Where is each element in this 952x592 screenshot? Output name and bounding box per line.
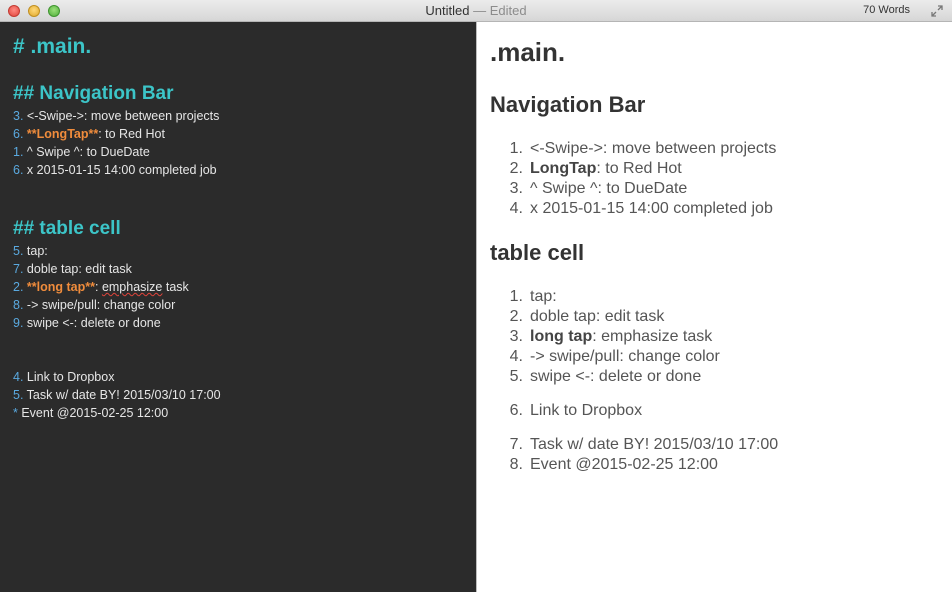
title-bar: Untitled — Edited 70 Words	[0, 0, 952, 22]
line-text: Event @2015-02-25 12:00	[17, 406, 169, 420]
list-number: 3.	[509, 180, 523, 197]
list-number: 1.	[13, 145, 24, 159]
line-text: : to Red Hot	[98, 127, 165, 141]
editor-line: 7. doble tap: edit task	[13, 262, 132, 276]
list-number: 9.	[13, 316, 24, 330]
list-number: 6.	[13, 163, 24, 177]
list-number: 5.	[13, 388, 24, 402]
list-item: 6. Link to Dropbox	[477, 402, 642, 420]
item-text: : to Red Hot	[596, 160, 682, 177]
item-text: Link to Dropbox	[530, 402, 643, 419]
list-number: 7.	[13, 262, 24, 276]
list-item: 2. LongTap: to Red Hot	[477, 160, 682, 178]
document-name: Untitled	[425, 3, 470, 18]
bold-text: long tap	[530, 328, 593, 345]
misspelled-word: emphasize	[101, 280, 163, 294]
editor-h1: # .main.	[13, 35, 92, 58]
editor-h2-navigation: ## Navigation Bar	[13, 83, 174, 104]
line-text: swipe <-: delete or done	[23, 316, 161, 330]
list-item: 1. <-Swipe->: move between projects	[477, 140, 777, 158]
line-text: Task w/ date BY! 2015/03/10 17:00	[23, 388, 221, 402]
list-number: 6.	[509, 402, 523, 419]
fullscreen-icon[interactable]	[930, 4, 944, 18]
list-number: 3.	[509, 328, 523, 345]
line-text: Link to Dropbox	[23, 370, 115, 384]
item-text: doble tap: edit task	[530, 308, 665, 325]
list-item: 3. long tap: emphasize task	[477, 328, 713, 346]
item-text: x 2015-01-15 14:00 completed job	[530, 200, 773, 217]
list-number: 5.	[509, 368, 523, 385]
editor-line: 1. ^ Swipe ^: to DueDate	[13, 145, 150, 159]
editor-line: 2. **long tap**: emphasize task	[13, 280, 189, 294]
list-item: 1. tap:	[477, 288, 557, 306]
list-number: 2.	[13, 280, 24, 294]
word-count: 70 Words	[863, 4, 910, 16]
list-number: 4.	[13, 370, 24, 384]
list-number: 4.	[509, 348, 523, 365]
list-item: 7. Task w/ date BY! 2015/03/10 17:00	[477, 436, 779, 454]
editor-line: 5. tap:	[13, 244, 48, 258]
list-number: 5.	[13, 244, 24, 258]
editor-line: 5. Task w/ date BY! 2015/03/10 17:00	[13, 388, 221, 402]
list-item: 5. swipe <-: delete or done	[477, 368, 702, 386]
markdown-editor[interactable]: # .main. ## Navigation Bar 3. <-Swipe->:…	[0, 22, 476, 592]
preview-h2-navigation: Navigation Bar	[490, 92, 646, 117]
list-item: 8. Event @2015-02-25 12:00	[477, 456, 718, 474]
bold-text: LongTap	[530, 160, 597, 177]
edited-status: — Edited	[473, 3, 527, 18]
item-text: Event @2015-02-25 12:00	[530, 456, 718, 473]
line-text: task	[162, 280, 189, 294]
item-text: Task w/ date BY! 2015/03/10 17:00	[530, 436, 779, 453]
item-text: tap:	[530, 288, 557, 305]
item-text: <-Swipe->: move between projects	[530, 140, 777, 157]
editor-line: 6. x 2015-01-15 14:00 completed job	[13, 163, 217, 177]
list-number: 4.	[509, 200, 523, 217]
list-number: 6.	[13, 127, 24, 141]
item-text: swipe <-: delete or done	[530, 368, 702, 385]
editor-line: 3. <-Swipe->: move between projects	[13, 109, 219, 123]
list-item: 4. -> swipe/pull: change color	[477, 348, 720, 366]
line-text: :	[94, 280, 102, 294]
item-text: : emphasize task	[592, 328, 713, 345]
preview-h1: .main.	[490, 37, 566, 67]
line-text: ^ Swipe ^: to DueDate	[23, 145, 150, 159]
window-title: Untitled — Edited	[0, 3, 952, 18]
line-text: x 2015-01-15 14:00 completed job	[23, 163, 217, 177]
list-item: 3. ^ Swipe ^: to DueDate	[477, 180, 688, 198]
list-number: 7.	[509, 436, 523, 453]
editor-line: 6. **LongTap**: to Red Hot	[13, 127, 165, 141]
preview-h2-table-cell: table cell	[490, 240, 585, 265]
list-number: 1.	[509, 140, 523, 157]
line-text: -> swipe/pull: change color	[23, 298, 176, 312]
item-text: ^ Swipe ^: to DueDate	[530, 180, 688, 197]
editor-h2-table-cell: ## table cell	[13, 218, 121, 239]
list-number: 8.	[13, 298, 24, 312]
editor-line: 9. swipe <-: delete or done	[13, 316, 161, 330]
item-text: -> swipe/pull: change color	[530, 348, 720, 365]
list-number: 2.	[509, 308, 523, 325]
list-number: 8.	[509, 456, 523, 473]
editor-line: * Event @2015-02-25 12:00	[13, 406, 168, 420]
line-text: tap:	[23, 244, 48, 258]
line-text: doble tap: edit task	[23, 262, 132, 276]
strong-text: **LongTap**	[26, 127, 99, 141]
editor-line: 8. -> swipe/pull: change color	[13, 298, 175, 312]
list-number: 1.	[509, 288, 523, 305]
list-number: 2.	[509, 160, 523, 177]
list-item: 2. doble tap: edit task	[477, 308, 665, 326]
line-text: <-Swipe->: move between projects	[23, 109, 220, 123]
strong-text: **long tap**	[26, 280, 95, 294]
editor-line: 4. Link to Dropbox	[13, 370, 114, 384]
list-item: 4. x 2015-01-15 14:00 completed job	[477, 200, 773, 218]
list-number: 3.	[13, 109, 24, 123]
markdown-preview: .main. Navigation Bar 1. <-Swipe->: move …	[477, 22, 952, 592]
